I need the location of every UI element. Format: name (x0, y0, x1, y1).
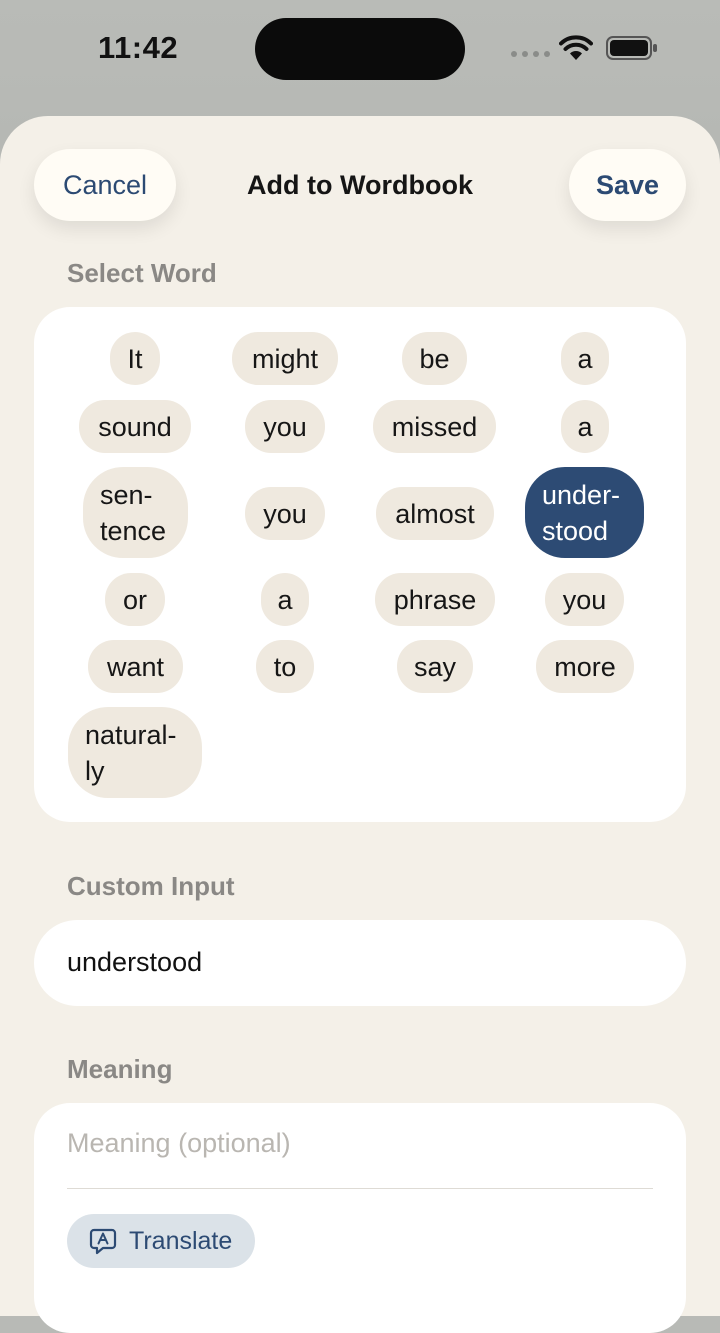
wifi-icon (559, 35, 593, 60)
translate-bubble-icon (89, 1228, 117, 1255)
battery-icon (606, 36, 657, 60)
meaning-input[interactable]: Meaning (optional) (67, 1128, 291, 1159)
status-time: 11:42 (98, 30, 179, 65)
word-chip[interactable]: be (402, 332, 467, 385)
save-button[interactable]: Save (569, 149, 686, 221)
word-chip[interactable]: you (545, 573, 624, 626)
custom-input-value[interactable]: understood (67, 947, 202, 978)
word-chip[interactable]: natural- ly (68, 707, 202, 798)
add-to-wordbook-sheet: Cancel Add to Wordbook Save Select Word … (0, 116, 720, 1333)
word-chip[interactable]: It (110, 332, 160, 385)
word-chip[interactable]: might (232, 332, 338, 385)
word-chip[interactable]: a (561, 332, 609, 385)
custom-input-label: Custom Input (67, 871, 235, 901)
word-chip[interactable]: a (561, 400, 609, 453)
word-chip[interactable]: or (105, 573, 165, 626)
dynamic-island (255, 18, 465, 80)
translate-button[interactable]: Translate (67, 1214, 255, 1268)
word-chip[interactable]: sen- tence (83, 467, 188, 558)
word-chip[interactable]: sound (79, 400, 191, 453)
word-chip[interactable]: say (397, 640, 473, 693)
custom-input-field[interactable]: understood (34, 920, 686, 1006)
word-chip[interactable]: to (256, 640, 314, 693)
select-word-label: Select Word (67, 258, 217, 288)
word-chip[interactable]: you (245, 400, 325, 453)
word-chip[interactable]: you (245, 487, 325, 540)
word-chip[interactable]: more (536, 640, 634, 693)
translate-label: Translate (129, 1226, 233, 1255)
meaning-card: Meaning (optional) Translate (34, 1103, 686, 1333)
meaning-divider (67, 1188, 653, 1189)
word-selection-card: It might be a sound you missed a sen- te… (34, 307, 686, 822)
cellular-signal-icon (511, 51, 550, 57)
word-chip[interactable]: almost (376, 487, 494, 540)
word-chip[interactable]: a (261, 573, 309, 626)
word-chip[interactable]: want (88, 640, 183, 693)
word-chip-selected[interactable]: under- stood (525, 467, 644, 558)
meaning-label: Meaning (67, 1054, 173, 1084)
word-chip[interactable]: missed (373, 400, 496, 453)
status-bar: 11:42 (0, 0, 720, 100)
word-chip[interactable]: phrase (375, 573, 495, 626)
